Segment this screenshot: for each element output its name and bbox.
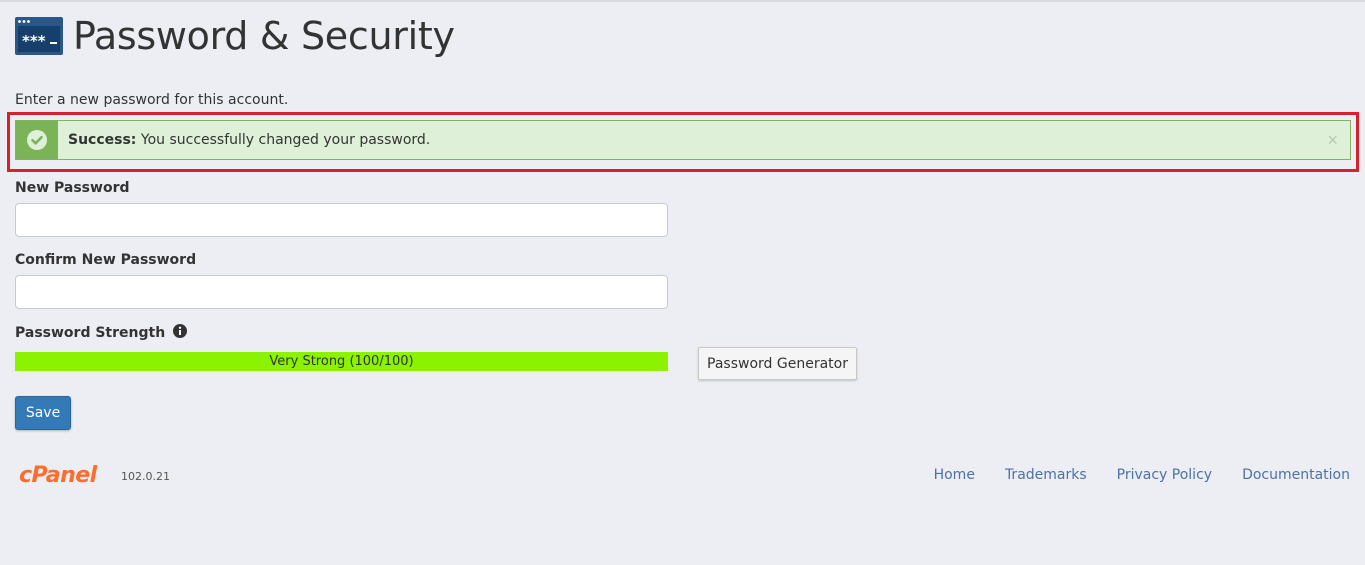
intro-text: Enter a new password for this account.	[15, 92, 289, 108]
success-alert: Success: You successfully changed your p…	[15, 120, 1351, 160]
page-header: *** Password & Security	[15, 13, 455, 59]
footer-link-privacy-policy[interactable]: Privacy Policy	[1117, 467, 1212, 483]
footer-link-trademarks[interactable]: Trademarks	[1005, 467, 1087, 483]
close-icon[interactable]: ×	[1327, 130, 1338, 150]
alert-body: You successfully changed your password.	[140, 132, 431, 148]
footer-link-home[interactable]: Home	[934, 467, 975, 483]
info-circle-icon[interactable]	[173, 324, 188, 338]
alert-message: Success: You successfully changed your p…	[68, 132, 430, 148]
save-button[interactable]: Save	[15, 396, 71, 430]
footer-link-documentation[interactable]: Documentation	[1242, 467, 1350, 483]
new-password-label: New Password	[15, 180, 130, 196]
alert-icon-box	[16, 121, 58, 159]
password-strength-meter: Very Strong (100/100)	[15, 352, 668, 371]
password-strength-label: Password Strength	[15, 324, 188, 341]
footer-links: Home Trademarks Privacy Policy Documenta…	[934, 467, 1350, 483]
password-terminal-icon: ***	[15, 17, 63, 55]
new-password-input[interactable]	[15, 203, 668, 237]
page-title: Password & Security	[73, 14, 455, 58]
confirm-password-input[interactable]	[15, 275, 668, 309]
top-border	[0, 0, 1365, 2]
check-circle-icon	[27, 130, 47, 150]
alert-prefix: Success:	[68, 132, 137, 148]
version-number: 102.0.21	[121, 470, 170, 483]
cpanel-logo-text: cPanel	[19, 463, 98, 487]
password-generator-button[interactable]: Password Generator	[698, 347, 857, 380]
cpanel-logo: cPanel	[19, 463, 98, 487]
confirm-password-label: Confirm New Password	[15, 252, 197, 268]
password-strength-text: Very Strong (100/100)	[269, 354, 414, 369]
svg-text:***: ***	[22, 32, 46, 50]
password-strength-label-text: Password Strength	[15, 325, 166, 341]
